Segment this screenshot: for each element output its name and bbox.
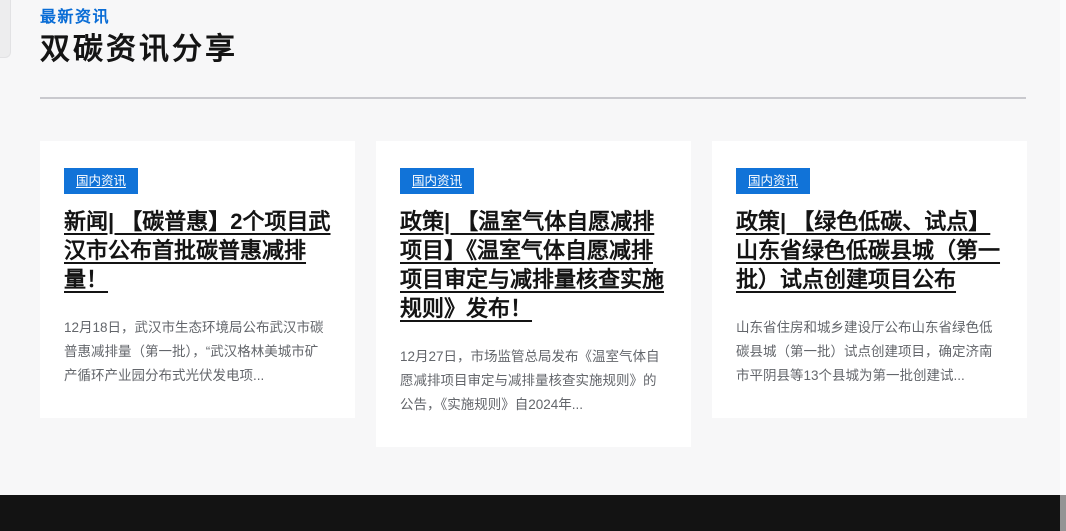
category-badge[interactable]: 国内资讯	[64, 168, 138, 194]
section-header: 最新资讯 双碳资讯分享	[0, 0, 1066, 67]
article-title-link[interactable]: 政策| 【绿色低碳、试点】山东省绿色低碳县城（第一批）试点创建项目公布	[736, 207, 1003, 294]
news-card-3: 国内资讯 政策| 【绿色低碳、试点】山东省绿色低碳县城（第一批）试点创建项目公布…	[712, 141, 1027, 418]
category-badge[interactable]: 国内资讯	[400, 168, 474, 194]
category-badge[interactable]: 国内资讯	[736, 168, 810, 194]
page-edge-decoration	[0, 0, 11, 58]
section-eyebrow: 最新资讯	[40, 8, 1026, 27]
article-title-link[interactable]: 新闻| 【碳普惠】2个项目武汉市公布首批碳普惠减排量！	[64, 207, 331, 294]
header-divider	[40, 97, 1026, 99]
news-cards-row: 国内资讯 新闻| 【碳普惠】2个项目武汉市公布首批碳普惠减排量！ 12月18日，…	[40, 141, 1027, 447]
news-section-page: { "page": { "eyebrow": "最新资讯", "title": …	[0, 0, 1066, 531]
article-excerpt: 12月27日，市场监管总局发布《温室气体自愿减排项目审定与减排量核查实施规则》的…	[400, 345, 667, 417]
news-card-1: 国内资讯 新闻| 【碳普惠】2个项目武汉市公布首批碳普惠减排量！ 12月18日，…	[40, 141, 355, 418]
article-excerpt: 山东省住房和城乡建设厅公布山东省绿色低碳县城（第一批）试点创建项目，确定济南市平…	[736, 316, 1003, 388]
article-title-link[interactable]: 政策| 【温室气体自愿减排项目】《温室气体自愿减排项目审定与减排量核查实施规则》…	[400, 207, 667, 323]
article-excerpt: 12月18日，武汉市生态环境局公布武汉市碳普惠减排量（第一批），“武汉格林美城市…	[64, 316, 331, 388]
footer-bar	[0, 495, 1066, 531]
news-card-2: 国内资讯 政策| 【温室气体自愿减排项目】《温室气体自愿减排项目审定与减排量核查…	[376, 141, 691, 447]
page-title: 双碳资讯分享	[40, 33, 1026, 67]
scrollbar-track[interactable]	[1060, 0, 1066, 531]
